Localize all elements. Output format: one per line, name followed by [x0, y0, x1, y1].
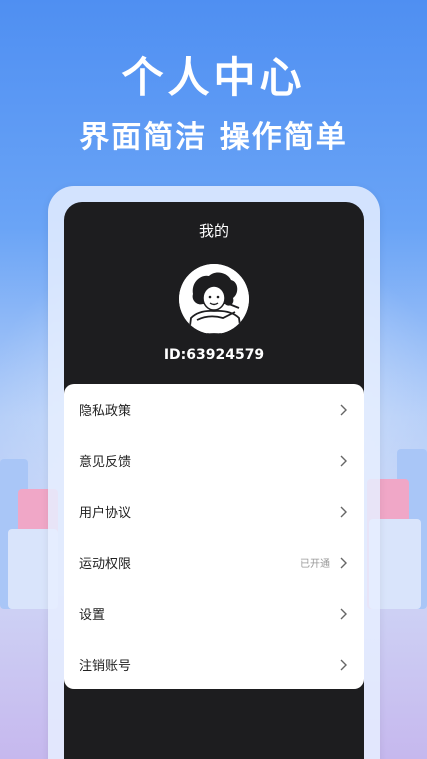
- chevron-right-icon: [340, 659, 347, 670]
- menu-item-label: 隐私政策: [79, 404, 132, 419]
- avatar-illustration-icon: [179, 264, 249, 334]
- promo-page: 个人中心 界面简洁 操作简单 我的 ID:63924579 隐私政策 意见反馈 …: [0, 0, 427, 759]
- menu-item-settings[interactable]: 设置: [64, 588, 364, 639]
- chevron-right-icon: [340, 557, 347, 568]
- user-id: ID:63924579: [163, 347, 265, 363]
- menu-item-user-agreement[interactable]: 用户协议: [64, 486, 364, 537]
- menu-item-label: 用户协议: [79, 506, 132, 521]
- menu-item-feedback[interactable]: 意见反馈: [64, 435, 364, 486]
- menu-item-privacy-policy[interactable]: 隐私政策: [64, 384, 364, 435]
- menu-item-status: 已开通: [300, 559, 330, 570]
- menu-item-label: 意见反馈: [79, 455, 132, 470]
- chevron-right-icon: [340, 506, 347, 517]
- promo-subheadline: 界面简洁 操作简单: [79, 120, 348, 155]
- settings-menu: 隐私政策 意见反馈 用户协议 运动权限 已开通 设置 注销账号: [64, 384, 364, 689]
- menu-item-label: 设置: [79, 608, 106, 623]
- chevron-right-icon: [340, 455, 347, 466]
- app-screen: 我的 ID:63924579 隐私政策 意见反馈 用户协议 运动权限 已开通 设…: [64, 202, 364, 759]
- menu-item-label: 运动权限: [79, 557, 132, 572]
- chevron-right-icon: [340, 608, 347, 619]
- promo-headline: 个人中心: [121, 53, 306, 102]
- chevron-right-icon: [340, 404, 347, 415]
- avatar[interactable]: [179, 264, 249, 334]
- menu-item-delete-account[interactable]: 注销账号: [64, 639, 364, 690]
- menu-item-motion-permission[interactable]: 运动权限 已开通: [64, 537, 364, 588]
- menu-item-label: 注销账号: [79, 659, 132, 674]
- screen-title: 我的: [198, 222, 229, 240]
